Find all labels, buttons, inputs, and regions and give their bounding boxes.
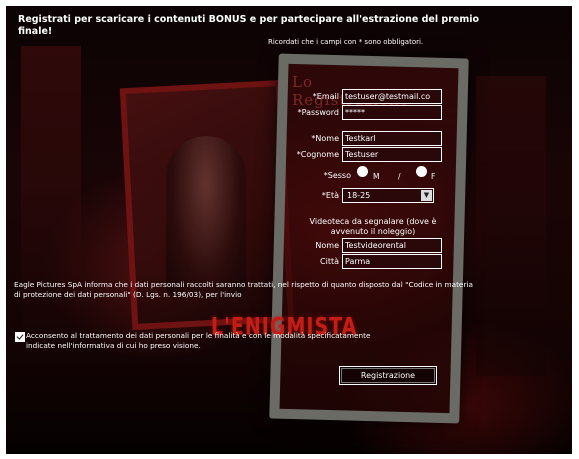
eta-select[interactable]: 18-25 ▼ [342,188,434,203]
sesso-label: *Sesso [323,171,351,180]
chevron-down-icon[interactable]: ▼ [421,190,432,201]
email-field[interactable]: testuser@testmail.co [342,89,442,104]
nome-field[interactable]: Testkarl [342,131,442,146]
cognome-field[interactable]: Testuser [342,147,442,162]
background-figure [166,136,246,296]
radio-female-label: F [431,172,436,181]
radio-male-label: M [373,172,380,181]
radio-female[interactable] [416,166,427,177]
videoteca-nome-label: Nome [315,241,339,250]
videoteca-nome-field[interactable]: Testvideorental [342,238,442,253]
password-label: *Password [297,108,339,117]
email-label: *Email [312,92,339,101]
nome-label: *Nome [311,134,339,143]
background-panel [476,76,546,376]
register-button[interactable]: Registrazione [339,366,437,385]
consent-label: Acconsento al trattamento dei dati perso… [26,331,371,350]
background-strip [21,46,81,346]
registration-page: Lo Registrazione L'ENIGMISTA Registrati … [6,6,572,454]
videoteca-citta-field[interactable]: Parma [342,254,442,269]
cognome-label: *Cognome [296,150,339,159]
sex-separator: / [398,172,401,181]
videoteca-citta-label: Città [320,257,339,266]
required-fields-note: Ricordati che i campi con * sono obbliga… [268,38,424,46]
page-title: Registrati per scaricare i contenuti BON… [18,14,480,37]
videoteca-heading: Videoteca da segnalare (dove è avvenuto … [309,217,437,236]
radio-male[interactable] [357,166,368,177]
privacy-notice: Eagle Pictures SpA informa che i dati pe… [14,280,473,299]
eta-label: *Età [321,191,339,200]
password-field[interactable]: ***** [342,105,442,120]
eta-select-value: 18-25 [347,191,371,200]
consent-checkbox[interactable] [15,332,25,342]
